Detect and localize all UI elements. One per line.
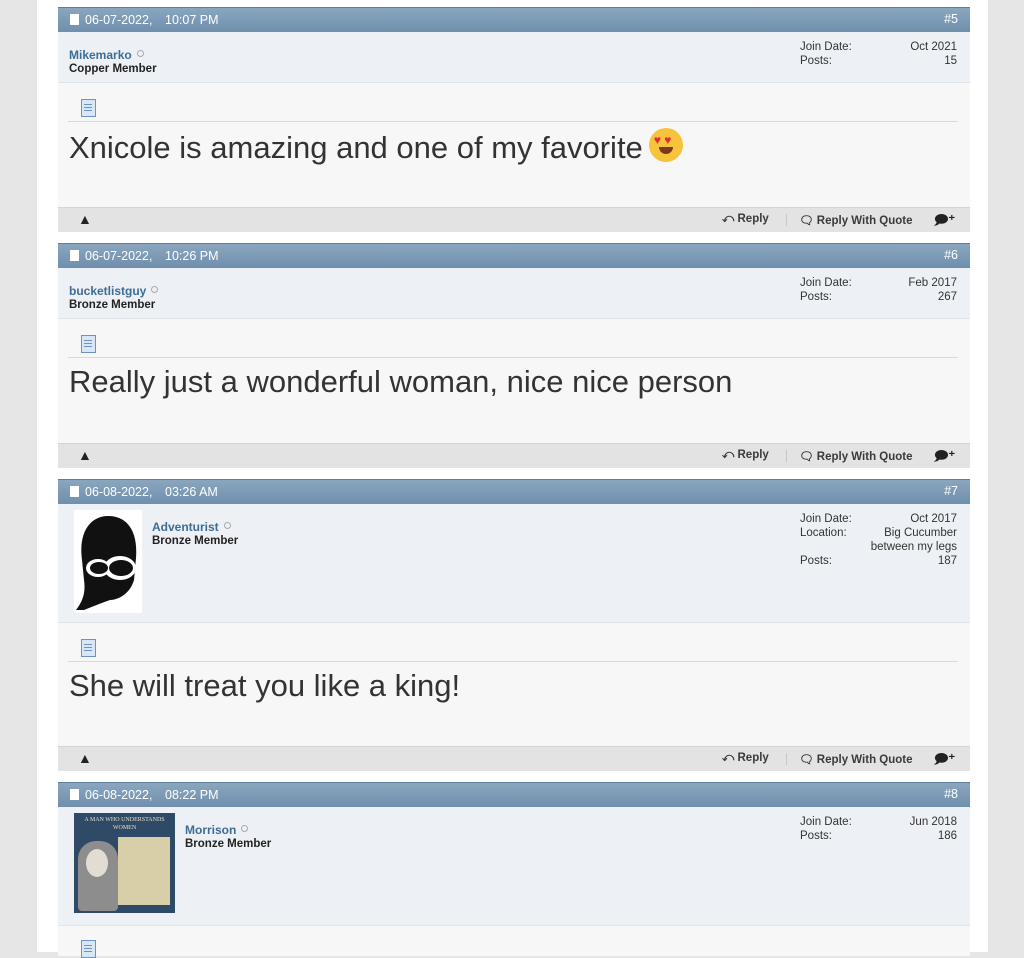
avatar-face [86, 849, 108, 877]
reply-with-quote-button[interactable]: 🗨 Reply With Quote [799, 449, 913, 463]
reply-with-quote-button[interactable]: 🗨 Reply With Quote [799, 752, 913, 766]
post-7: 06-08-2022, 03:26 AM #7 Adventurist Bron… [58, 479, 970, 771]
separator [786, 214, 787, 226]
post-status-icon [70, 486, 79, 497]
reply-button[interactable]: ⤺ Reply [722, 213, 769, 226]
avatar[interactable]: A MAN WHO UNDERSTANDS WOMEN [74, 813, 175, 913]
reply-button[interactable]: ⤺ Reply [722, 752, 769, 765]
offline-status-icon [241, 825, 249, 832]
user-title: Bronze Member [69, 299, 156, 311]
user-info: bucketlistguy Bronze Member Join Date: Fe… [58, 268, 970, 319]
post-message: Xnicole is amazing and one of my favorit… [69, 128, 683, 166]
post-time: 08:22 PM [165, 788, 219, 802]
separator [786, 753, 787, 765]
username-link[interactable]: bucketlistguy [69, 284, 159, 298]
user-info: Adventurist Bronze Member Join Date: Oct … [58, 504, 970, 623]
avatar-caption: A MAN WHO UNDERSTANDS WOMEN [84, 817, 165, 831]
post-header: 06-08-2022, 03:26 AM #7 [58, 479, 970, 504]
post-icon [81, 99, 96, 117]
user-title: Bronze Member [185, 838, 272, 850]
post-body: Xnicole is amazing and one of my favorit… [58, 83, 970, 207]
offline-status-icon [136, 50, 144, 57]
post-message: Really just a wonderful woman, nice nice… [69, 364, 733, 399]
post-header: 06-08-2022, 08:22 PM #8 [58, 782, 970, 807]
heart-eyes-emoji-icon [648, 128, 683, 162]
post-body: Really just a wonderful woman, nice nice… [58, 319, 970, 443]
report-icon[interactable]: ▲ [78, 750, 92, 766]
separator [786, 450, 787, 462]
post-5: 06-07-2022, 10:07 PM #5 Mikemarko Copper… [58, 7, 970, 232]
offline-status-icon [151, 286, 159, 293]
post-icon [81, 639, 96, 657]
post-6: 06-07-2022, 10:26 PM #6 bucketlistguy Br… [58, 243, 970, 468]
avatar-book-page [118, 837, 170, 905]
post-number-link[interactable]: #5 [944, 12, 958, 26]
reply-with-quote-button[interactable]: 🗨 Reply With Quote [799, 213, 913, 227]
post-body: She will treat you like a king! [58, 623, 970, 746]
post-header: 06-07-2022, 10:26 PM #6 [58, 243, 970, 268]
report-icon[interactable]: ▲ [78, 447, 92, 463]
post-actions: ▲ ⤺ Reply 🗨 Reply With Quote 🗩⁺ [58, 207, 970, 232]
user-title: Bronze Member [152, 535, 239, 547]
post-time: 03:26 AM [165, 485, 218, 499]
username-link[interactable]: Morrison [185, 823, 249, 837]
divider [68, 121, 958, 122]
multiquote-icon[interactable]: 🗩⁺ [934, 447, 955, 469]
divider [68, 357, 958, 358]
reply-button[interactable]: ⤺ Reply [722, 449, 769, 462]
avatar[interactable] [74, 510, 142, 613]
post-number-link[interactable]: #8 [944, 787, 958, 801]
username-link[interactable]: Mikemarko [69, 48, 144, 62]
username-link[interactable]: Adventurist [152, 520, 231, 534]
user-stats: Join Date: Feb 2017 Posts: 267 [800, 277, 957, 303]
post-icon [81, 940, 96, 958]
post-date: 06-07-2022, [85, 13, 153, 27]
user-stats: Join Date: Jun 2018 Posts: 186 [800, 816, 957, 842]
multiquote-icon[interactable]: 🗩⁺ [934, 211, 955, 233]
post-status-icon [70, 14, 79, 25]
post-message: She will treat you like a king! [69, 668, 461, 703]
post-status-icon [70, 250, 79, 261]
divider [68, 661, 958, 662]
user-info: Mikemarko Copper Member Join Date: Oct 20… [58, 32, 970, 83]
multiquote-icon[interactable]: 🗩⁺ [934, 750, 955, 772]
post-time: 10:26 PM [165, 249, 219, 263]
post-8: 06-08-2022, 08:22 PM #8 A MAN WHO UNDERS… [58, 782, 970, 958]
post-actions: ▲ ⤺ Reply 🗨 Reply With Quote 🗩⁺ [58, 746, 970, 771]
report-icon[interactable]: ▲ [78, 211, 92, 227]
post-number-link[interactable]: #6 [944, 248, 958, 262]
offline-status-icon [223, 522, 231, 529]
post-date: 06-07-2022, [85, 249, 153, 263]
user-title: Copper Member [69, 63, 157, 75]
post-icon [81, 335, 96, 353]
user-info: A MAN WHO UNDERSTANDS WOMEN Morrison Bro… [58, 807, 970, 926]
post-time: 10:07 PM [165, 13, 219, 27]
post-number-link[interactable]: #7 [944, 484, 958, 498]
post-header: 06-07-2022, 10:07 PM #5 [58, 7, 970, 32]
post-date: 06-08-2022, [85, 485, 153, 499]
post-date: 06-08-2022, [85, 788, 153, 802]
user-stats: Join Date: Oct 2017 Location: Big Cucumber… [800, 513, 957, 567]
post-status-icon [70, 789, 79, 800]
user-stats: Join Date: Oct 2021 Posts: 15 [800, 41, 957, 67]
post-actions: ▲ ⤺ Reply 🗨 Reply With Quote 🗩⁺ [58, 443, 970, 468]
